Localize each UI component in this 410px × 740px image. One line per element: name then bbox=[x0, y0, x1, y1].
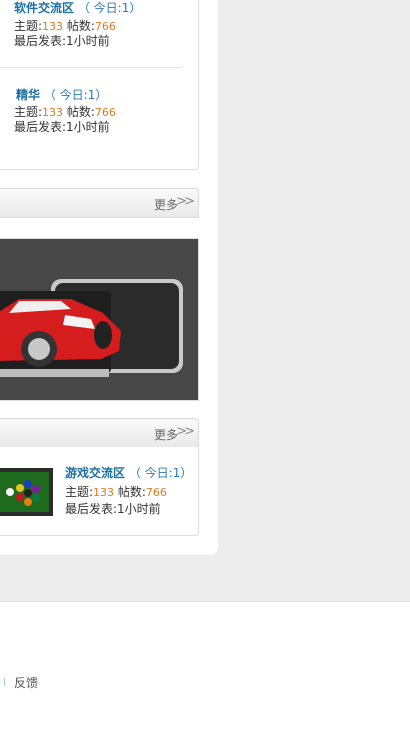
panel-header: 更多 >> bbox=[0, 418, 199, 448]
double-chevron-right-icon[interactable]: >> bbox=[176, 424, 195, 439]
forum-row-games: 游戏交流区 （ 今日:1） bbox=[65, 466, 192, 480]
post-count: 766 bbox=[94, 106, 116, 119]
last-post: 最后发表:1小时前 bbox=[14, 120, 110, 134]
forum-row-featured: 精华 （ 今日:1） bbox=[16, 88, 107, 102]
last-post: 最后发表:1小时前 bbox=[65, 502, 161, 516]
divider bbox=[0, 67, 182, 68]
forum-title-link[interactable]: 游戏交流区 bbox=[65, 466, 125, 480]
post-label: 帖数: bbox=[66, 19, 95, 33]
double-chevron-right-icon[interactable]: >> bbox=[176, 194, 195, 209]
post-count: 766 bbox=[94, 20, 116, 33]
more-link[interactable]: 更多 bbox=[154, 426, 178, 443]
footer-separator bbox=[4, 678, 5, 686]
forum-today-count: （ 今日:1） bbox=[77, 1, 142, 15]
page-footer: 反馈 bbox=[0, 601, 410, 740]
post-count: 766 bbox=[145, 486, 167, 499]
laptop-car-illustration bbox=[0, 239, 198, 400]
forum-title-link[interactable]: 精华 bbox=[16, 88, 40, 102]
feedback-link[interactable]: 反馈 bbox=[14, 674, 38, 691]
topic-label: 主题: bbox=[14, 105, 43, 119]
panel-header: 更多 >> bbox=[0, 188, 199, 218]
topic-count: 133 bbox=[42, 106, 64, 119]
topic-count: 133 bbox=[93, 486, 115, 499]
topic-label: 主题: bbox=[65, 485, 94, 499]
post-label: 帖数: bbox=[66, 105, 95, 119]
billiards-thumbnail[interactable] bbox=[0, 468, 53, 516]
forum-today-count: （ 今日:1） bbox=[43, 88, 108, 102]
promo-banner-image[interactable] bbox=[0, 238, 199, 401]
post-label: 帖数: bbox=[117, 485, 146, 499]
topic-label: 主题: bbox=[14, 19, 43, 33]
forum-stats: 主题:133 帖数:766 bbox=[65, 485, 167, 500]
last-post: 最后发表:1小时前 bbox=[14, 34, 110, 48]
forum-row-software: 软件交流区 （ 今日:1） bbox=[14, 1, 141, 15]
topic-count: 133 bbox=[42, 20, 64, 33]
forum-title-link[interactable]: 软件交流区 bbox=[14, 1, 74, 15]
forum-stats: 主题:133 帖数:766 bbox=[14, 19, 116, 34]
forum-today-count: （ 今日:1） bbox=[128, 466, 193, 480]
more-link[interactable]: 更多 bbox=[154, 196, 178, 213]
forum-stats: 主题:133 帖数:766 bbox=[14, 105, 116, 120]
